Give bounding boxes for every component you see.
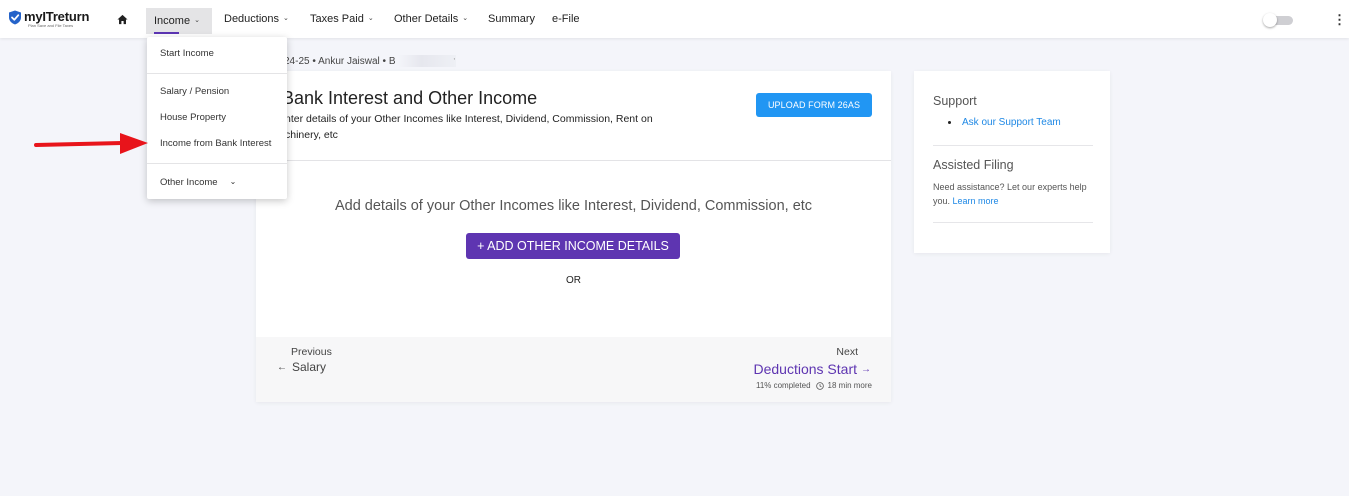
- theme-toggle[interactable]: [1263, 13, 1293, 27]
- nav-summary[interactable]: Summary: [488, 0, 535, 38]
- bullet: [948, 121, 951, 124]
- support-panel: Support Ask our Support Team Assisted Fi…: [914, 71, 1110, 253]
- nav-other-details[interactable]: Other Details ⌄: [394, 0, 468, 38]
- arrow-left-icon: ←: [277, 361, 287, 373]
- support-link-item: Ask our Support Team: [948, 117, 1061, 128]
- support-title: Support: [933, 94, 977, 108]
- progress-text: 11% completed: [755, 381, 811, 390]
- or-separator: OR: [566, 275, 581, 286]
- nav-deductions[interactable]: Deductions ⌄: [224, 0, 289, 38]
- card-footer: Previous ← Salary Next Deductions Start …: [256, 337, 891, 402]
- menu-item-start-income[interactable]: Start Income: [160, 48, 214, 59]
- nav-efile-label: e-File: [552, 13, 580, 25]
- menu-divider: [147, 73, 287, 74]
- clock-icon: [815, 381, 824, 390]
- card-divider: [256, 160, 891, 161]
- time-remaining: 18 min more: [827, 381, 872, 390]
- nav-summary-label: Summary: [488, 13, 536, 25]
- chevron-down-icon: ⌄: [283, 15, 289, 22]
- brand-logo[interactable]: myITreturn Plan Save and File Taxes: [8, 10, 89, 28]
- red-arrow-annotation: [34, 133, 148, 154]
- next-label: Next: [836, 346, 858, 358]
- income-dropdown-menu: Start Income Salary / Pension House Prop…: [147, 37, 287, 199]
- nav-taxes-paid[interactable]: Taxes Paid ⌄: [310, 0, 374, 38]
- page-title: Bank Interest and Other Income: [282, 88, 538, 108]
- previous-link[interactable]: ← Salary: [277, 360, 326, 374]
- next-link[interactable]: Deductions Start →: [754, 361, 872, 377]
- nav-income-label: Income: [154, 15, 191, 27]
- shield-check-icon: [9, 10, 21, 25]
- breadcrumb-text: 24-25 • Ankur Jaiswal • B: [284, 55, 396, 67]
- page-description: nter details of your Other Incomes like …: [285, 113, 653, 141]
- active-indicator: [154, 32, 179, 34]
- breadcrumb: 24-25 • Ankur Jaiswal • B ': [284, 55, 456, 67]
- chevron-down-icon: ⌄: [367, 15, 374, 22]
- top-navbar: myITreturn Plan Save and File Taxes Inco…: [0, 0, 1349, 38]
- chevron-down-icon: ⌄: [462, 15, 469, 22]
- menu-item-house-property[interactable]: House Property: [160, 112, 226, 123]
- nav-deductions-label: Deductions: [224, 13, 280, 25]
- more-vert-icon[interactable]: ⋮: [1333, 13, 1346, 27]
- add-other-income-button[interactable]: + ADD OTHER INCOME DETAILS: [466, 233, 680, 259]
- previous-link-text: Salary: [292, 360, 327, 374]
- income-card: Bank Interest and Other Income nter deta…: [256, 71, 891, 402]
- progress-info: 11% completed 18 min more: [756, 381, 872, 390]
- nav-other-details-label: Other Details: [394, 13, 459, 25]
- learn-more-link[interactable]: Learn more: [953, 196, 999, 206]
- nav-efile[interactable]: e-File: [552, 0, 580, 38]
- chevron-down-icon: ⌄: [194, 17, 200, 24]
- upload-form-26as-button[interactable]: UPLOAD FORM 26AS: [756, 93, 872, 117]
- chevron-down-icon: ⌄: [229, 177, 237, 186]
- menu-divider: [147, 163, 287, 164]
- support-divider: [933, 145, 1093, 146]
- menu-item-other-income-label: Other Income: [160, 177, 218, 188]
- menu-item-salary-pension[interactable]: Salary / Pension: [160, 86, 229, 97]
- nav-taxes-paid-label: Taxes Paid: [310, 13, 364, 25]
- assisted-divider: [933, 222, 1093, 223]
- assisted-filing-description: Need assistance? Let our experts help yo…: [933, 180, 1093, 208]
- nav-income[interactable]: Income ⌄: [146, 8, 212, 34]
- add-prompt: Add details of your Other Incomes like I…: [334, 198, 813, 214]
- redacted-edge: ': [453, 56, 456, 66]
- brand-name: myITreturn: [24, 9, 90, 24]
- next-link-text: Deductions Start: [753, 361, 858, 377]
- redacted-text: [397, 55, 456, 67]
- toggle-knob: [1263, 13, 1277, 27]
- assisted-filing-title: Assisted Filing: [933, 158, 1014, 172]
- support-team-link[interactable]: Ask our Support Team: [962, 117, 1061, 128]
- menu-item-other-income[interactable]: Other Income ⌄: [160, 177, 236, 188]
- menu-item-bank-interest[interactable]: Income from Bank Interest: [160, 138, 271, 149]
- home-icon[interactable]: [117, 14, 128, 25]
- arrow-right-icon: →: [861, 363, 871, 375]
- previous-label: Previous: [291, 346, 332, 358]
